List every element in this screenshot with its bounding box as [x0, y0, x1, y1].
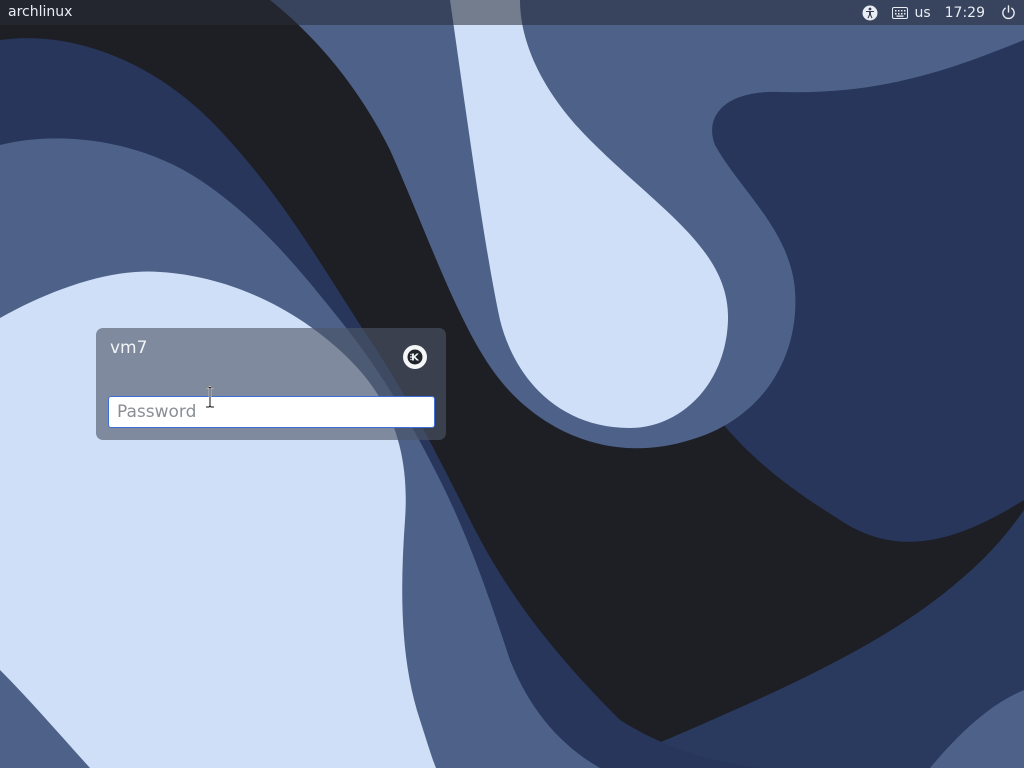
clock-label: 17:29: [944, 4, 985, 21]
svg-text:K: K: [411, 353, 420, 364]
keyboard-layout-label: us: [914, 4, 931, 21]
password-input[interactable]: [108, 396, 435, 428]
power-icon: [1002, 5, 1015, 20]
username-label: vm7: [110, 338, 148, 358]
kde-session-icon: K: [407, 349, 423, 365]
power-button[interactable]: [1001, 0, 1016, 25]
top-bar: archlinux us 17:29: [0, 0, 1024, 25]
login-screen: archlinux us 17:29 vm7 K: [0, 0, 1024, 768]
hostname-label: archlinux: [8, 4, 73, 20]
system-tray: us 17:29: [862, 0, 1024, 25]
login-panel: vm7 K: [96, 328, 446, 440]
session-selector-button[interactable]: K: [403, 345, 427, 369]
text-cursor-icon: [206, 386, 214, 408]
keyboard-icon: [892, 6, 909, 19]
keyboard-layout-button[interactable]: us: [892, 0, 931, 25]
accessibility-button[interactable]: [862, 0, 878, 25]
accessibility-icon: [862, 5, 878, 20]
